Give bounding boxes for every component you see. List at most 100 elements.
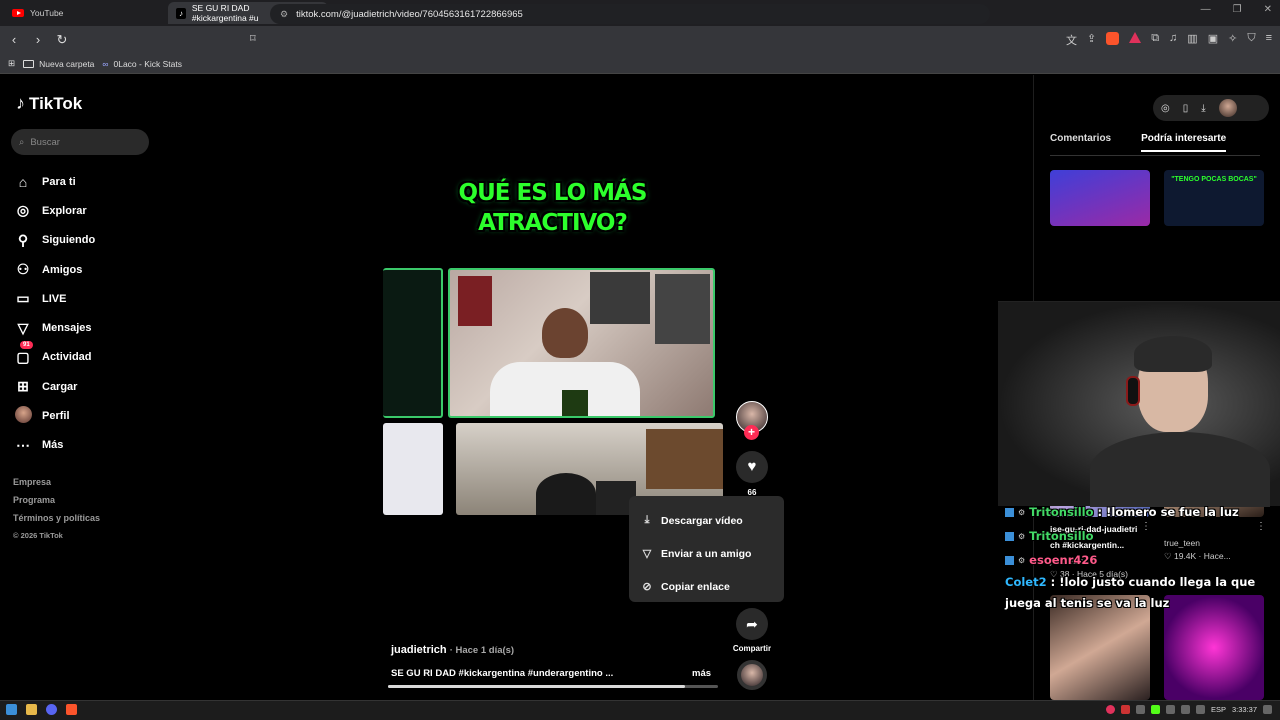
language-indicator[interactable]: ESP bbox=[1211, 705, 1226, 714]
url-text: tiktok.com/@juadietrich/video/7604563161… bbox=[296, 8, 523, 20]
chat-text: : !lomero se fue la luz bbox=[1097, 505, 1239, 519]
site-info-icon[interactable]: ⚙ bbox=[280, 9, 288, 20]
vpn-icon[interactable]: ⛉ bbox=[1247, 32, 1255, 48]
sidebar-item-cargar[interactable]: ⊞ Cargar bbox=[14, 372, 95, 401]
mod-badge-icon: ⚙ bbox=[1018, 507, 1026, 517]
file-explorer-icon[interactable] bbox=[26, 704, 37, 715]
recommended-thumbnail[interactable]: "TENGO POCAS BOCAS" bbox=[1164, 170, 1264, 226]
footer-link-programa[interactable]: Programa bbox=[13, 495, 100, 513]
tab-comentarios[interactable]: Comentarios bbox=[1050, 133, 1111, 152]
webcam-overlay bbox=[998, 301, 1280, 507]
bookmark-icon[interactable]: ⌑ bbox=[250, 32, 256, 45]
sidebar-item-mensajes[interactable]: ▽ Mensajes bbox=[14, 313, 95, 342]
search-placeholder: Buscar bbox=[30, 136, 60, 148]
post-time: · Hace 1 día(s) bbox=[449, 645, 515, 656]
sidebar-toggle-icon[interactable]: ▥ bbox=[1187, 32, 1197, 48]
close-window-button[interactable]: ✕ bbox=[1264, 4, 1272, 15]
sidebar-item-amigos[interactable]: ⚇ Amigos bbox=[14, 255, 95, 284]
tiktok-logo-icon: ♪ bbox=[16, 93, 25, 113]
bookmark-kick-stats[interactable]: ∞ 0Laco - Kick Stats bbox=[102, 59, 182, 69]
extensions-icon[interactable]: ⧉ bbox=[1151, 32, 1159, 48]
sidebar-item-siguiendo[interactable]: ⚲ Siguiendo bbox=[14, 226, 95, 255]
chat-message: ⚙ Tritonsillo bbox=[1005, 524, 1280, 548]
tray-icon[interactable] bbox=[1105, 705, 1115, 714]
discord-icon[interactable] bbox=[46, 704, 57, 715]
clock[interactable]: 3:33:37 bbox=[1232, 705, 1257, 714]
person-shirt bbox=[1090, 432, 1270, 507]
search-icon: ⌕ bbox=[19, 136, 25, 148]
copy-link-button[interactable]: ⊘ Copiar enlace bbox=[629, 570, 784, 603]
right-tabs: Comentarios Podría interesarte bbox=[1050, 133, 1227, 152]
search-input[interactable]: ⌕ Buscar bbox=[11, 129, 149, 155]
sidebar-item-label: Más bbox=[42, 439, 64, 452]
youtube-icon bbox=[12, 9, 24, 17]
network-icon[interactable] bbox=[1180, 705, 1190, 714]
download-icon: ⤓ bbox=[644, 514, 650, 526]
sidebar-item-explorar[interactable]: ◎ Explorar bbox=[14, 196, 95, 225]
sidebar-item-mas[interactable]: ⋯ Más bbox=[14, 431, 95, 460]
bookmark-nueva-carpeta[interactable]: Nueva carpeta bbox=[23, 59, 94, 69]
poster bbox=[458, 276, 492, 326]
back-button[interactable]: ‹ bbox=[4, 30, 24, 50]
chat-username: Tritonsillo bbox=[1029, 505, 1094, 519]
media-icon[interactable]: ♫ bbox=[1169, 32, 1177, 48]
sidebar-item-label: Cargar bbox=[42, 380, 78, 393]
wallet-icon[interactable]: ▣ bbox=[1208, 32, 1218, 48]
phone-icon[interactable]: ▯ bbox=[1183, 103, 1189, 114]
more-button[interactable]: más bbox=[692, 668, 711, 679]
video-author[interactable]: juadietrich · Hace 1 día(s) bbox=[391, 644, 514, 656]
download-video-button[interactable]: ⤓ Descargar vídeo bbox=[629, 504, 784, 537]
leo-icon[interactable]: ✧ bbox=[1228, 32, 1237, 48]
sidebar-item-live[interactable]: ▭ LIVE bbox=[14, 284, 95, 313]
kick-tray-icon[interactable] bbox=[1150, 705, 1160, 714]
sidebar-item-label: Mensajes bbox=[42, 322, 92, 335]
tab-divider bbox=[1050, 155, 1260, 156]
video-progress-bar[interactable] bbox=[388, 685, 718, 688]
chat-message: Colet2 : !lolo justo cuando llega la que… bbox=[1005, 572, 1280, 614]
tab-youtube[interactable]: YouTube bbox=[4, 2, 164, 24]
translate-icon[interactable]: 文 bbox=[1066, 32, 1077, 48]
folder-icon bbox=[23, 59, 35, 68]
share-page-icon[interactable]: ⇪ bbox=[1087, 32, 1096, 48]
bookmarks-bar: ⊞ Nueva carpeta ∞ 0Laco - Kick Stats bbox=[0, 54, 1280, 74]
download-icon[interactable]: ⤓ bbox=[1201, 103, 1205, 114]
tab-podria-interesarte[interactable]: Podría interesarte bbox=[1141, 133, 1227, 152]
apps-icon[interactable]: ⊞ bbox=[8, 58, 15, 69]
share-button[interactable]: ➦ bbox=[736, 608, 768, 640]
sidebar-item-actividad[interactable]: ▢ 91 Actividad bbox=[14, 340, 95, 372]
notifications-icon[interactable] bbox=[1263, 705, 1272, 714]
maximize-button[interactable]: ❐ bbox=[1233, 4, 1242, 15]
window-controls: — ❐ ✕ bbox=[1201, 4, 1272, 15]
brave-rewards-icon[interactable] bbox=[1129, 32, 1142, 43]
follow-button[interactable]: + bbox=[744, 425, 759, 440]
chat-message: ⚙ Tritonsillo : !lomero se fue la luz bbox=[1005, 500, 1280, 524]
avatar[interactable] bbox=[1218, 99, 1237, 117]
tray-icon[interactable] bbox=[1135, 705, 1145, 714]
tray-icon[interactable] bbox=[1120, 705, 1130, 714]
link-icon: ∞ bbox=[102, 58, 109, 69]
browser-extensions: 文 ⇪ ⧉ ♫ ▥ ▣ ✧ ⛉ ≡ bbox=[1066, 32, 1272, 48]
sidebar-item-perfil[interactable]: Perfil bbox=[14, 401, 95, 430]
send-to-friend-button[interactable]: ▽ Enviar a un amigo bbox=[629, 537, 784, 570]
menu-icon[interactable]: ≡ bbox=[1266, 32, 1272, 48]
footer-link-terminos[interactable]: Términos y políticas bbox=[13, 513, 100, 531]
brave-shields-icon[interactable] bbox=[1106, 32, 1120, 45]
music-disc-avatar[interactable] bbox=[737, 660, 767, 690]
brave-icon[interactable] bbox=[66, 704, 77, 715]
compass-icon[interactable]: ◎ bbox=[1161, 103, 1170, 114]
minimize-button[interactable]: — bbox=[1201, 4, 1211, 15]
address-bar[interactable]: ⚙ tiktok.com/@juadietrich/video/76045631… bbox=[270, 4, 990, 24]
author-name[interactable]: juadietrich bbox=[391, 644, 447, 656]
logo-text: TikTok bbox=[29, 93, 83, 113]
windows-start-icon[interactable] bbox=[6, 704, 17, 715]
recommended-thumbnail[interactable] bbox=[1050, 170, 1150, 226]
forward-button[interactable]: › bbox=[28, 30, 48, 50]
volume-icon[interactable] bbox=[1195, 705, 1205, 714]
sidebar-item-para-ti[interactable]: ⌂ Para ti bbox=[14, 167, 95, 196]
footer-link-empresa[interactable]: Empresa bbox=[13, 477, 100, 495]
tray-icon[interactable] bbox=[1165, 705, 1175, 714]
reload-button[interactable]: ↻ bbox=[52, 30, 72, 50]
avatar-wrap bbox=[14, 406, 32, 426]
like-button[interactable]: ♥ bbox=[736, 451, 768, 483]
tiktok-logo[interactable]: ♪ TikTok bbox=[16, 93, 82, 114]
